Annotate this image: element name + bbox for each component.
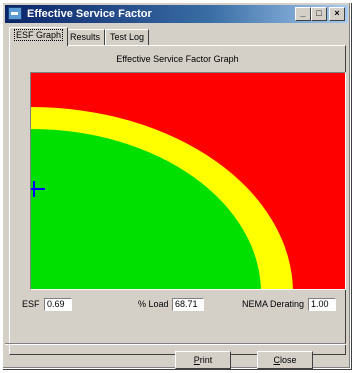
esf-label: ESF — [22, 299, 40, 309]
tab-results[interactable]: Results — [65, 29, 106, 45]
app-icon — [8, 7, 22, 20]
print-label: rint — [199, 355, 213, 365]
tab-esf-graph[interactable]: ESF Graph — [9, 27, 69, 46]
nema-derating-label: NEMA Derating — [242, 299, 305, 309]
esf-window: Effective Service Factor _ □ × ESF Graph… — [2, 2, 351, 369]
close-label: lose — [279, 355, 297, 365]
esf-graph — [30, 72, 346, 290]
esf-graph-panel: Effective Service Factor Graph ESF 0.69 … — [9, 45, 346, 355]
title-bar[interactable]: Effective Service Factor _ □ × — [5, 5, 348, 23]
print-button[interactable]: Print — [175, 351, 231, 369]
window-title: Effective Service Factor — [27, 8, 152, 20]
esf-graph-canvas — [31, 73, 345, 289]
tab-test-log[interactable]: Test Log — [105, 29, 150, 45]
load-value-field: 68.71 — [172, 298, 204, 311]
load-label: % Load — [138, 299, 169, 309]
button-divider — [5, 343, 346, 345]
tab-results-label: Results — [70, 32, 101, 42]
minimize-button[interactable]: _ — [295, 7, 311, 21]
tab-esf-graph-label: ESF Graph — [14, 29, 64, 41]
graph-title: Effective Service Factor Graph — [116, 54, 239, 64]
nema-derating-value-field: 1.00 — [308, 298, 336, 311]
close-window-button[interactable]: × — [329, 7, 345, 21]
maximize-button[interactable]: □ — [311, 7, 327, 21]
esf-value-field: 0.69 — [44, 298, 72, 311]
tab-test-log-label: Test Log — [110, 32, 145, 42]
close-button[interactable]: Close — [257, 351, 313, 369]
